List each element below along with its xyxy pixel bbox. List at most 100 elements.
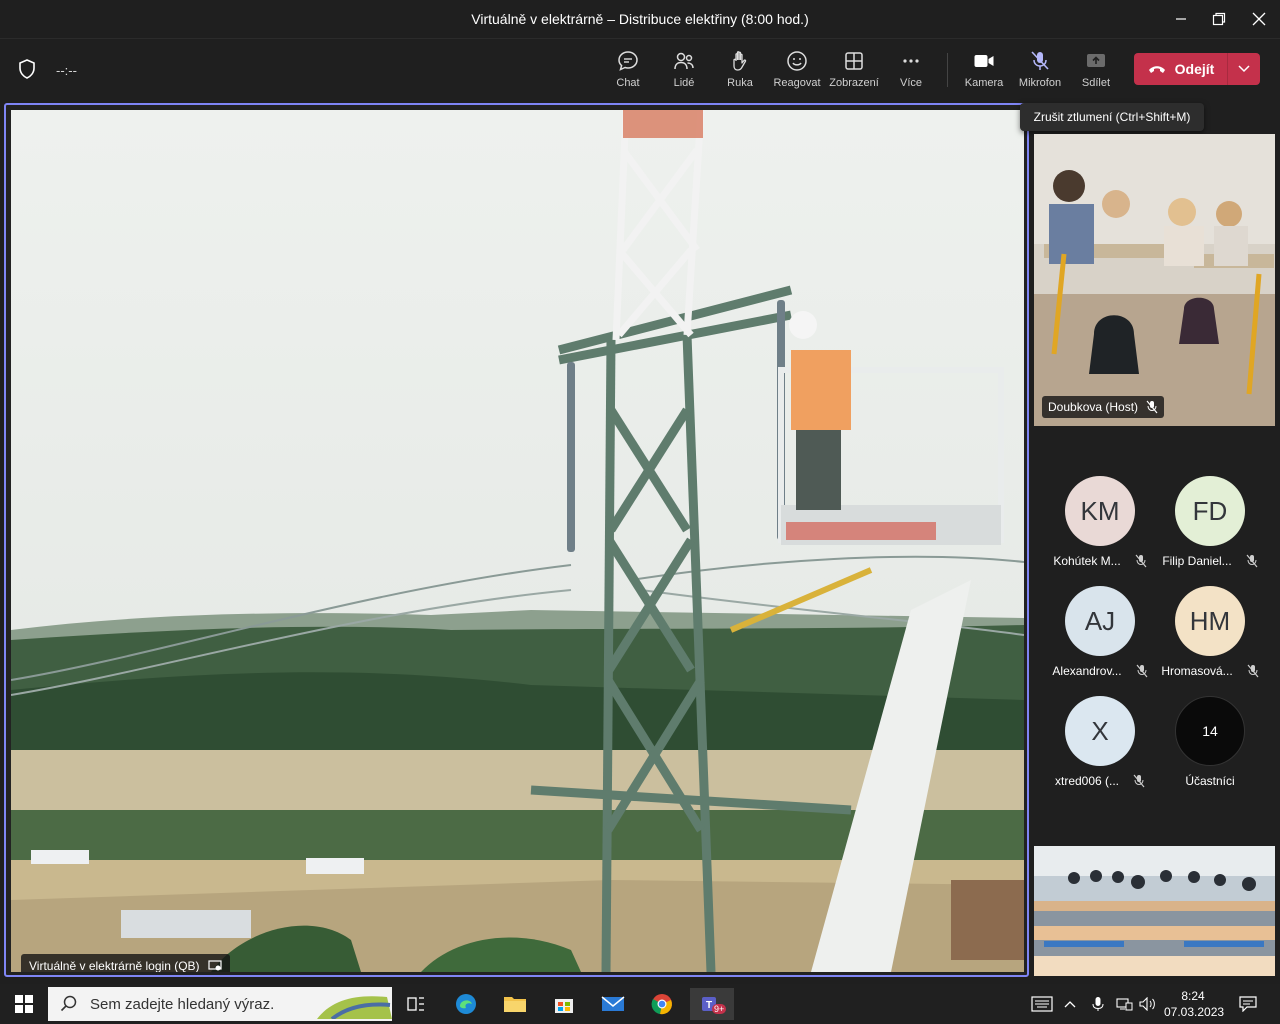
- store-app[interactable]: [544, 988, 584, 1020]
- participant-item[interactable]: HM Hromasová...: [1155, 586, 1265, 696]
- avatar: AJ: [1065, 586, 1135, 656]
- mic-button[interactable]: Mikrofon: [1012, 49, 1068, 95]
- mic-muted-icon: [1031, 51, 1049, 70]
- classroom-video-2: [1034, 846, 1275, 976]
- avatar: FD: [1175, 476, 1245, 546]
- people-label: Lidé: [673, 77, 695, 89]
- presenter-name-badge: Virtuálně v elektrárně login (QB): [21, 954, 230, 972]
- notification-icon: [1239, 996, 1257, 1012]
- store-icon: [555, 999, 573, 1013]
- main-stage: Virtuálně v elektrárně login (QB): [4, 103, 1029, 977]
- network-tray[interactable]: [1112, 988, 1136, 1020]
- presenter-video[interactable]: Virtuálně v elektrárně login (QB): [11, 110, 1024, 972]
- volume-icon: [1139, 997, 1155, 1011]
- task-view-icon: [407, 997, 424, 1011]
- presenter-name: Virtuálně v elektrárně login (QB): [29, 959, 200, 972]
- restore-icon[interactable]: [1208, 8, 1230, 30]
- classroom-video: [1034, 134, 1275, 426]
- start-button[interactable]: [4, 988, 44, 1020]
- mic-muted-icon: [1247, 664, 1259, 678]
- camera-button[interactable]: Kamera: [956, 49, 1012, 95]
- participant-name-row: Filip Daniel...: [1155, 554, 1265, 568]
- clock-date: 07.03.2023: [1164, 1005, 1225, 1019]
- view-button[interactable]: Zobrazení: [826, 49, 882, 95]
- title-bar: Virtuálně v elektrárně – Distribuce elek…: [0, 0, 1280, 38]
- leave-button[interactable]: Odejít: [1134, 53, 1228, 85]
- participant-item[interactable]: Xxtred006 (...: [1045, 696, 1155, 806]
- participant-video-tile[interactable]: Doubkova (Host): [1034, 134, 1275, 426]
- shield-icon[interactable]: [18, 59, 36, 84]
- share-icon: [1087, 54, 1105, 67]
- participant-name-row: Alexandrov...: [1045, 664, 1155, 678]
- keyboard-icon: [1031, 996, 1053, 1012]
- avatar: X: [1065, 696, 1135, 766]
- mic-muted-icon: [1136, 664, 1148, 678]
- leave-options-button[interactable]: [1228, 53, 1260, 85]
- participant-name-row: xtred006 (...: [1045, 774, 1155, 788]
- participant-item[interactable]: AJ Alexandrov...: [1045, 586, 1155, 696]
- mic-muted-icon: [1135, 554, 1147, 568]
- participant-name: Kohútek M...: [1053, 554, 1121, 568]
- participant-item[interactable]: FD Filip Daniel...: [1155, 476, 1265, 586]
- avatar: HM: [1175, 586, 1245, 656]
- camera-icon: [974, 55, 994, 67]
- notes-tray-button[interactable]: [1022, 988, 1062, 1020]
- chrome-icon: [651, 994, 672, 1015]
- participant-name-row: Kohútek M...: [1045, 554, 1155, 568]
- more-label: Více: [899, 77, 922, 89]
- notifications-button[interactable]: [1228, 988, 1268, 1020]
- mic-muted-icon: [1133, 774, 1145, 788]
- edge-icon: [456, 994, 476, 1014]
- participant-item[interactable]: KM Kohútek M...: [1045, 476, 1155, 586]
- smiley-icon: [787, 51, 807, 71]
- hand-label: Ruka: [727, 77, 753, 89]
- unmute-tooltip: Zrušit ztlumení (Ctrl+Shift+M): [1020, 103, 1204, 131]
- more-participants-button[interactable]: 14 Účastníci: [1155, 696, 1265, 806]
- network-icon: [1116, 998, 1133, 1011]
- window-title: Virtuálně v elektrárně – Distribuce elek…: [471, 11, 809, 27]
- people-icon: [674, 52, 694, 70]
- more-button[interactable]: Více: [883, 49, 939, 95]
- leave-button-group: Odejít: [1134, 53, 1260, 85]
- mic-muted-icon: [1146, 400, 1158, 414]
- participant-name: Filip Daniel...: [1162, 554, 1232, 568]
- folder-icon: [504, 997, 526, 1012]
- raise-hand-button[interactable]: Ruka: [712, 49, 768, 95]
- chevron-down-icon: [1238, 65, 1250, 73]
- participant-video-tile-2[interactable]: [1034, 846, 1275, 976]
- microphone-tray[interactable]: [1086, 988, 1110, 1020]
- taskbar-search[interactable]: Sem zadejte hledaný výraz.: [48, 987, 392, 1021]
- participant-name: Alexandrov...: [1052, 664, 1122, 678]
- chat-icon: [618, 51, 638, 71]
- file-explorer-app[interactable]: [495, 988, 535, 1020]
- windows-taskbar: Sem zadejte hledaný výraz. T 9+ 8:24 07.…: [0, 984, 1280, 1024]
- teams-app[interactable]: T 9+: [690, 988, 734, 1020]
- chat-label: Chat: [616, 77, 640, 89]
- people-button[interactable]: Lidé: [656, 49, 712, 95]
- share-label: Sdílet: [1081, 77, 1111, 89]
- edge-app[interactable]: [446, 988, 486, 1020]
- participant-count: 14: [1175, 696, 1245, 766]
- tile-name-badge: Doubkova (Host): [1042, 396, 1165, 418]
- react-label: Reagovat: [773, 77, 821, 89]
- react-button[interactable]: Reagovat: [769, 49, 825, 95]
- task-view-button[interactable]: [396, 988, 436, 1020]
- chrome-app[interactable]: [642, 988, 682, 1020]
- chat-button[interactable]: Chat: [600, 49, 656, 95]
- close-icon[interactable]: [1248, 8, 1270, 30]
- volume-tray[interactable]: [1136, 988, 1160, 1020]
- minimize-icon[interactable]: [1170, 8, 1192, 30]
- avatar: KM: [1065, 476, 1135, 546]
- taskbar-clock[interactable]: 8:24 07.03.2023: [1164, 988, 1225, 1020]
- power-line-scene: [11, 110, 1024, 972]
- share-button[interactable]: Sdílet: [1068, 49, 1124, 95]
- leave-label: Odejít: [1174, 61, 1215, 77]
- show-hidden-icons-button[interactable]: [1058, 988, 1082, 1020]
- view-label: Zobrazení: [829, 77, 879, 89]
- participants-label: Účastníci: [1185, 774, 1235, 788]
- mic-label: Mikrofon: [1018, 77, 1062, 89]
- windows-logo-icon: [15, 995, 33, 1013]
- mail-app[interactable]: [593, 988, 633, 1020]
- hand-icon: [733, 51, 747, 71]
- meeting-toolbar: --:-- Chat Lidé Ruka Reagovat Zobrazení …: [0, 38, 1280, 102]
